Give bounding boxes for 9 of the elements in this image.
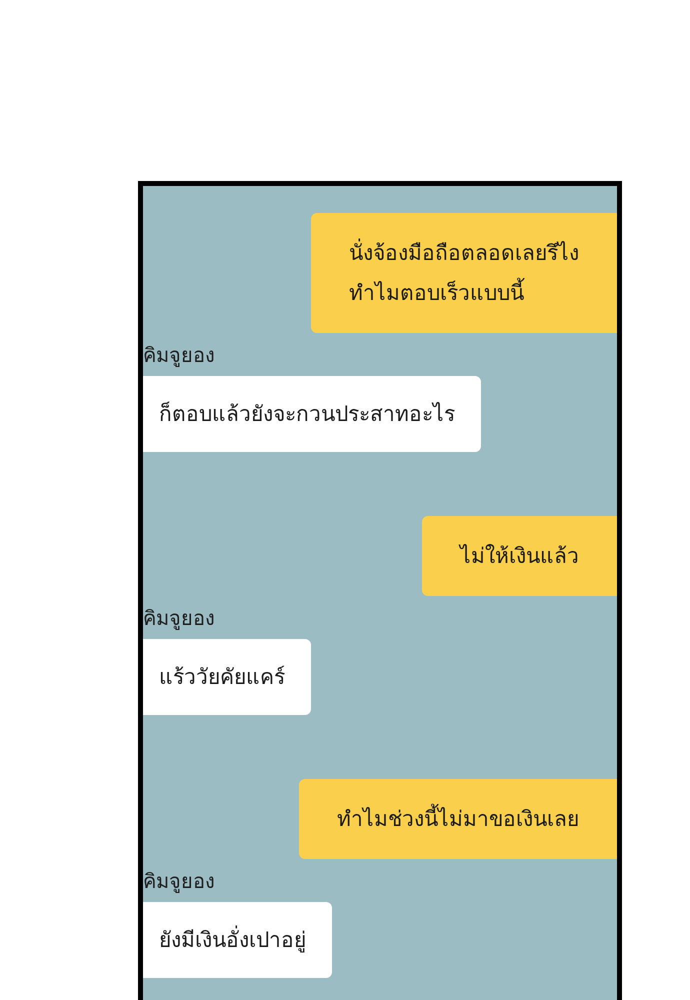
sender-name: คิมจูยอง: [143, 342, 215, 369]
message-text: ยังมีเงินอั่งเปาอยู่: [159, 920, 306, 960]
message-text: นั่งจ้องมือถือตลอดเลยรึไง ทำไมตอบเร็วแบบนี้: [349, 233, 579, 313]
message-text: ทำไมช่วงนี้ไม่มาขอเงินเลย: [337, 799, 579, 839]
message-text: แร้ววัยคัยแคร์: [159, 664, 285, 691]
message-text: ก็ตอบแล้วยังจะกวนประสาทอะไร: [159, 400, 455, 428]
message-text: ไม่ให้เงินแล้ว: [460, 543, 579, 570]
sender-name: คิมจูยอง: [143, 605, 215, 632]
sender-name: คิมจูยอง: [143, 868, 215, 895]
